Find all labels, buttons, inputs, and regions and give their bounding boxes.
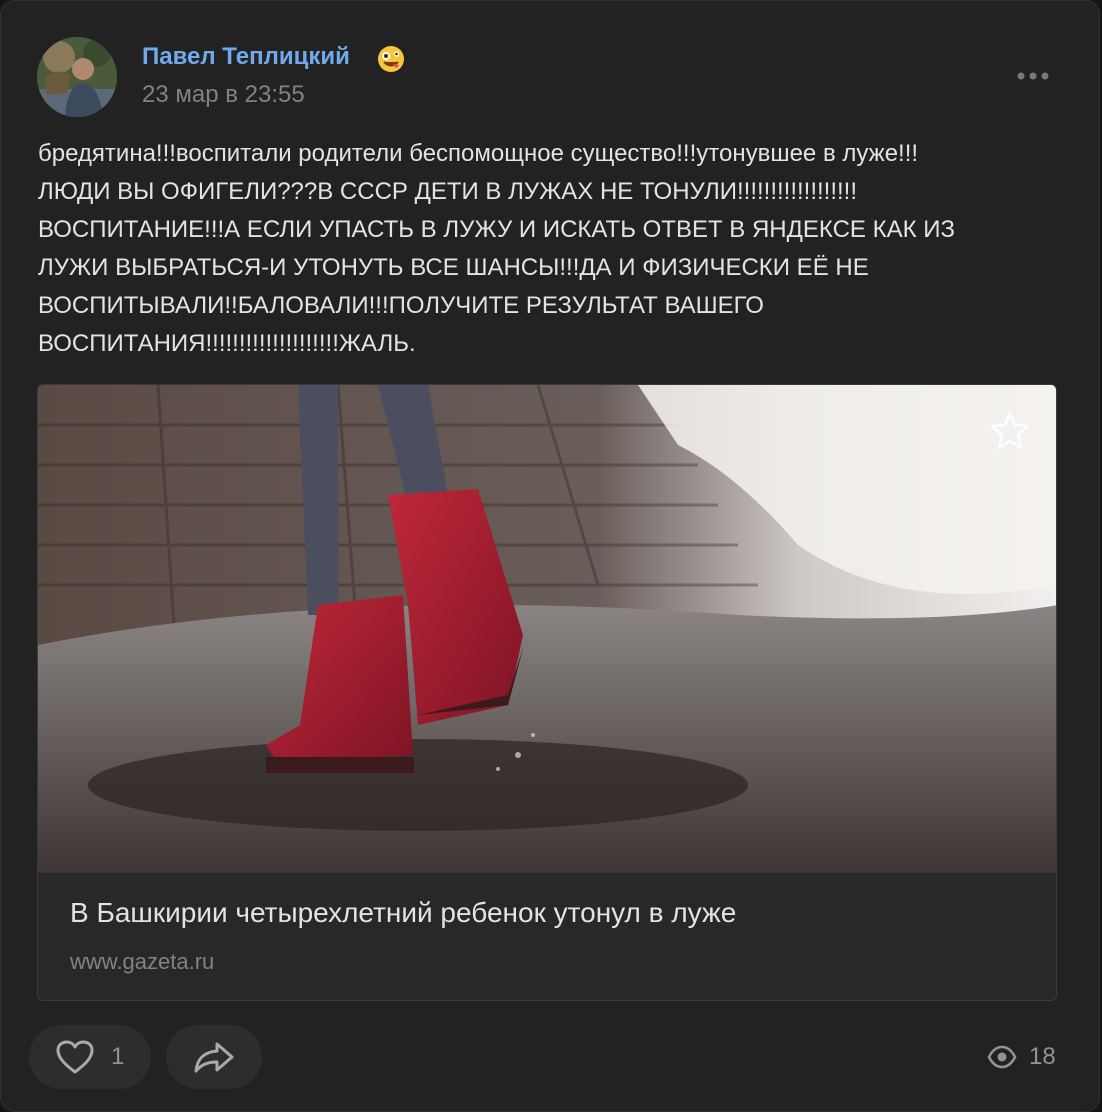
zany-face-emoji-icon: [378, 46, 404, 72]
author-name-link[interactable]: Павел Теплицкий: [142, 43, 350, 71]
share-arrow-icon: [194, 1042, 234, 1073]
author-avatar[interactable]: [37, 37, 117, 117]
views-count: 18: [1029, 1043, 1056, 1070]
link-url[interactable]: www.gazeta.ru: [70, 949, 214, 975]
post-date[interactable]: 23 мар в 23:55: [142, 81, 305, 109]
post-card: Павел Теплицкий 23 мар в 23:55 бредятина…: [0, 0, 1100, 1112]
child-red-boots-puddle-photo-icon[interactable]: [38, 385, 1057, 873]
link-attachment[interactable]: В Башкирии четырехлетний ребенок утонул …: [37, 384, 1057, 1001]
share-button[interactable]: [166, 1025, 262, 1089]
like-button[interactable]: 1: [29, 1025, 151, 1089]
link-title[interactable]: В Башкирии четырехлетний ребенок утонул …: [70, 897, 736, 929]
avatar-photo-icon: [37, 37, 117, 117]
heart-icon: [56, 1040, 94, 1074]
like-count: 1: [111, 1043, 125, 1070]
post-text: бредятина!!!воспитали родители беспомощн…: [38, 140, 955, 357]
more-options-icon[interactable]: [1011, 63, 1055, 89]
bookmark-star-icon[interactable]: [988, 409, 1032, 453]
eye-icon: [987, 1045, 1017, 1069]
